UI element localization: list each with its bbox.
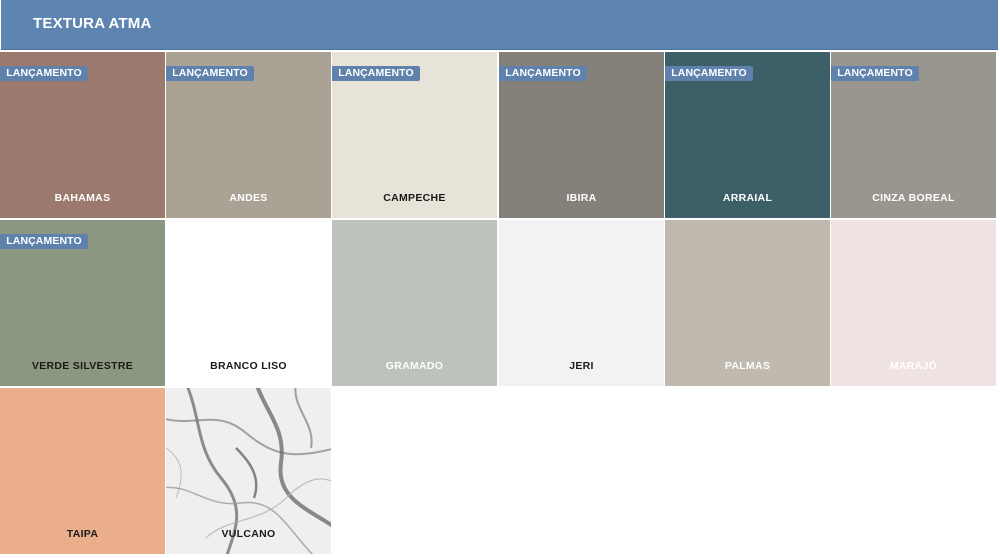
launch-badge: LANÇAMENTO (665, 66, 753, 81)
swatch-branco-liso[interactable]: BRANCO LISO (166, 220, 331, 386)
swatch-arraial[interactable]: LANÇAMENTO ARRAIAL (665, 52, 830, 218)
swatch-grid: LANÇAMENTO BAHAMAS LANÇAMENTO ANDES LANÇ… (0, 52, 1000, 556)
swatch-label: CINZA BOREAL (872, 192, 955, 204)
swatch-label: VULCANO (221, 528, 276, 540)
swatch-gramado[interactable]: GRAMADO (332, 220, 497, 386)
swatch-label: JERI (569, 360, 594, 372)
swatch-label: ANDES (229, 192, 268, 204)
swatch-label: VERDE SILVESTRE (31, 360, 134, 372)
swatch-vulcano[interactable]: VULCANO (166, 388, 331, 554)
swatch-ibira[interactable]: LANÇAMENTO IBIRA (499, 52, 664, 218)
swatch-label: BRANCO LISO (210, 360, 287, 372)
swatch-bahamas[interactable]: LANÇAMENTO BAHAMAS (0, 52, 165, 218)
launch-badge: LANÇAMENTO (332, 66, 420, 81)
section-title: TEXTURA ATMA (33, 15, 152, 32)
swatch-jeri[interactable]: JERI (499, 220, 664, 386)
swatch-palmas[interactable]: PALMAS (665, 220, 830, 386)
swatch-label: MARAJÓ (889, 360, 938, 372)
swatch-taipa[interactable]: TAIPA (0, 388, 165, 554)
launch-badge: LANÇAMENTO (0, 234, 88, 249)
swatch-andes[interactable]: LANÇAMENTO ANDES (166, 52, 331, 218)
swatch-label: TAIPA (66, 528, 99, 540)
launch-badge: LANÇAMENTO (0, 66, 88, 81)
swatch-label: PALMAS (724, 360, 771, 372)
swatch-cinza-boreal[interactable]: LANÇAMENTO CINZA BOREAL (831, 52, 996, 218)
section-header: TEXTURA ATMA (1, 0, 998, 50)
launch-badge: LANÇAMENTO (831, 66, 919, 81)
swatch-label: CAMPECHE (383, 192, 446, 204)
swatch-label: IBIRA (566, 192, 597, 204)
swatch-label: ARRAIAL (722, 192, 773, 204)
swatch-verde-silvestre[interactable]: LANÇAMENTO VERDE SILVESTRE (0, 220, 165, 386)
swatch-campeche[interactable]: LANÇAMENTO CAMPECHE (332, 52, 497, 218)
swatch-label: GRAMADO (385, 360, 444, 372)
swatch-label: BAHAMAS (54, 192, 111, 204)
launch-badge: LANÇAMENTO (499, 66, 587, 81)
swatch-marajo[interactable]: MARAJÓ (831, 220, 996, 386)
launch-badge: LANÇAMENTO (166, 66, 254, 81)
